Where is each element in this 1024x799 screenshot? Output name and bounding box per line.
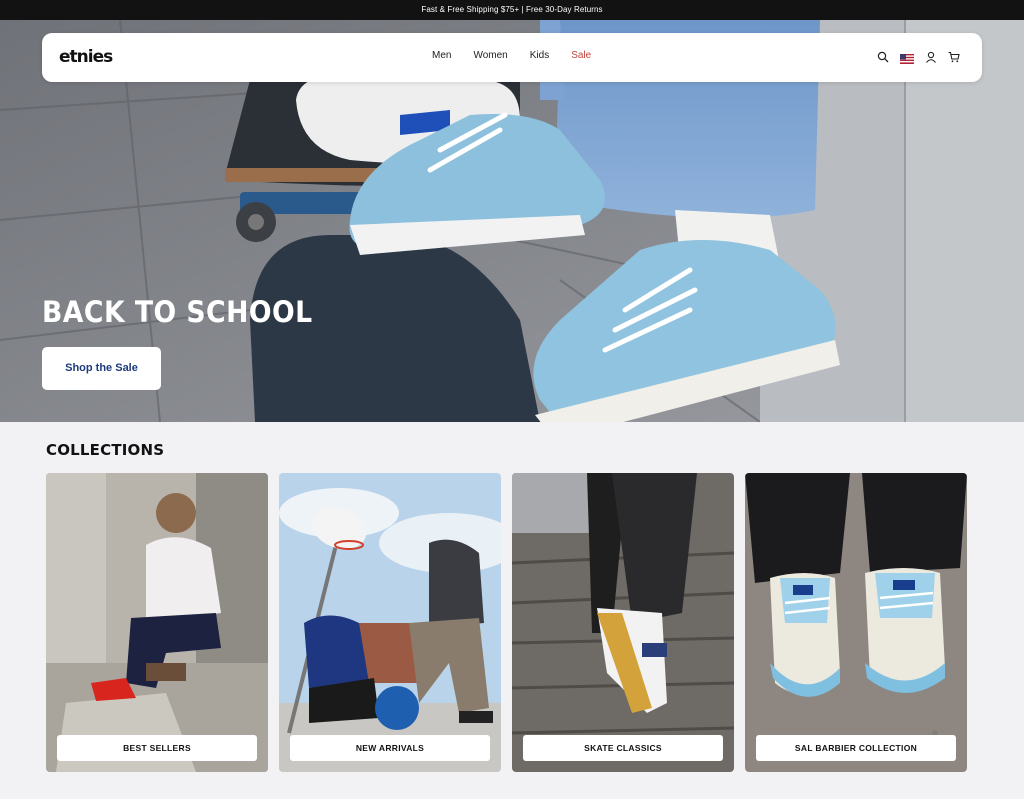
main-nav: Men Women Kids Sale	[432, 50, 591, 61]
collection-card-sal-barbier-collection[interactable]: SAL BARBIER COLLECTION	[745, 473, 967, 772]
collection-card-skate-classics[interactable]: SKATE CLASSICS	[512, 473, 734, 772]
collection-label-skate-classics: SKATE CLASSICS	[523, 735, 723, 761]
collection-label-new-arrivals: NEW ARRIVALS	[290, 735, 490, 761]
nav-link-men[interactable]: Men	[432, 50, 451, 61]
collection-image-skate-classics	[512, 473, 734, 772]
collections-heading: COLLECTIONS	[46, 441, 165, 459]
collection-image-new-arrivals	[279, 473, 501, 772]
cart-icon[interactable]	[948, 50, 960, 63]
us-flag-icon[interactable]	[900, 51, 914, 64]
shop-the-sale-button[interactable]: Shop the Sale	[42, 347, 161, 390]
nav-link-kids[interactable]: Kids	[530, 50, 549, 61]
collection-label-best-sellers: BEST SELLERS	[57, 735, 257, 761]
hero-title: BACK TO SCHOOL	[42, 295, 313, 329]
site-header: etnies Men Women Kids Sale	[42, 33, 982, 82]
collection-card-new-arrivals[interactable]: NEW ARRIVALS	[279, 473, 501, 772]
collection-image-best-sellers	[46, 473, 268, 772]
header-icons	[877, 50, 960, 64]
collection-image-sal-barbier-collection	[745, 473, 967, 772]
collection-card-best-sellers[interactable]: BEST SELLERS	[46, 473, 268, 772]
account-icon[interactable]	[925, 50, 937, 63]
announcement-bar: Fast & Free Shipping $75+ | Free 30-Day …	[0, 0, 1024, 20]
collection-label-sal-barbier-collection: SAL BARBIER COLLECTION	[756, 735, 956, 761]
search-icon[interactable]	[877, 50, 889, 63]
brand-logo[interactable]: etnies	[59, 47, 113, 67]
nav-link-women[interactable]: Women	[473, 50, 507, 61]
nav-link-sale[interactable]: Sale	[571, 50, 591, 61]
